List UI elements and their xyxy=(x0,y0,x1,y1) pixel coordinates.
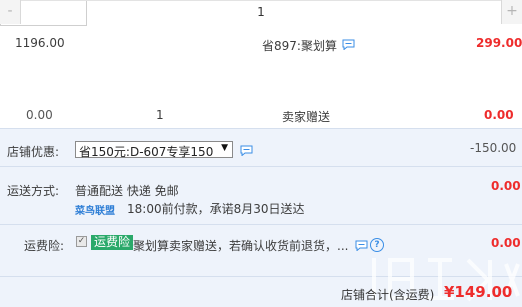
gift-unit-price: 0.00 xyxy=(26,108,53,122)
section-divider xyxy=(0,128,522,129)
gift-subtotal: 0.00 xyxy=(484,108,514,122)
insurance-description: 聚划算卖家赠送，若确认收货前退货，... xyxy=(133,239,349,253)
section-divider xyxy=(0,224,522,225)
insurance-amount: 0.00 xyxy=(491,236,521,250)
shop-coupon-select[interactable]: 省150元:D-607专享150 ▼ xyxy=(75,141,233,159)
item-subtotal: 299.00 xyxy=(476,36,522,50)
checkbox-checked-icon[interactable]: ✓ xyxy=(76,236,87,247)
delivery-promise: 18:00前付款，承诺8月30日送达 xyxy=(127,202,305,216)
quantity-stepper[interactable]: - 1 + xyxy=(0,0,522,26)
section-divider xyxy=(0,166,522,167)
shop-total-amount: ¥149.00 xyxy=(444,283,513,301)
message-bubble-icon[interactable] xyxy=(240,145,253,156)
shop-total-label: 店铺合计(含运费) xyxy=(341,288,435,302)
shop-coupon-amount: -150.00 xyxy=(470,141,517,155)
item-unit-price: 1196.00 xyxy=(15,36,65,50)
insurance-badge: 运费险 xyxy=(91,235,134,250)
shipping-amount: 0.00 xyxy=(491,179,521,193)
message-bubble-icon[interactable] xyxy=(342,39,355,50)
shipping-label: 运送方式: xyxy=(7,184,60,198)
cainiao-logo: 菜鸟联盟 xyxy=(75,206,115,217)
dropdown-arrow-icon: ▼ xyxy=(221,143,228,153)
item-discount-note: 省897:聚划算 xyxy=(262,39,337,53)
quantity-minus-button[interactable]: - xyxy=(0,0,21,24)
shop-coupon-selected-value: 省150元:D-607专享150 xyxy=(79,145,214,159)
insurance-label: 运费险: xyxy=(24,239,65,253)
shop-coupon-label: 店铺优惠: xyxy=(7,145,60,159)
gift-quantity: 1 xyxy=(156,108,164,122)
quantity-input[interactable]: 1 xyxy=(21,0,501,24)
shipping-method: 普通配送 快递 免邮 xyxy=(75,184,179,198)
quantity-plus-button[interactable]: + xyxy=(501,0,522,24)
gift-note: 卖家赠送 xyxy=(282,110,331,124)
message-bubble-icon[interactable] xyxy=(355,240,368,251)
